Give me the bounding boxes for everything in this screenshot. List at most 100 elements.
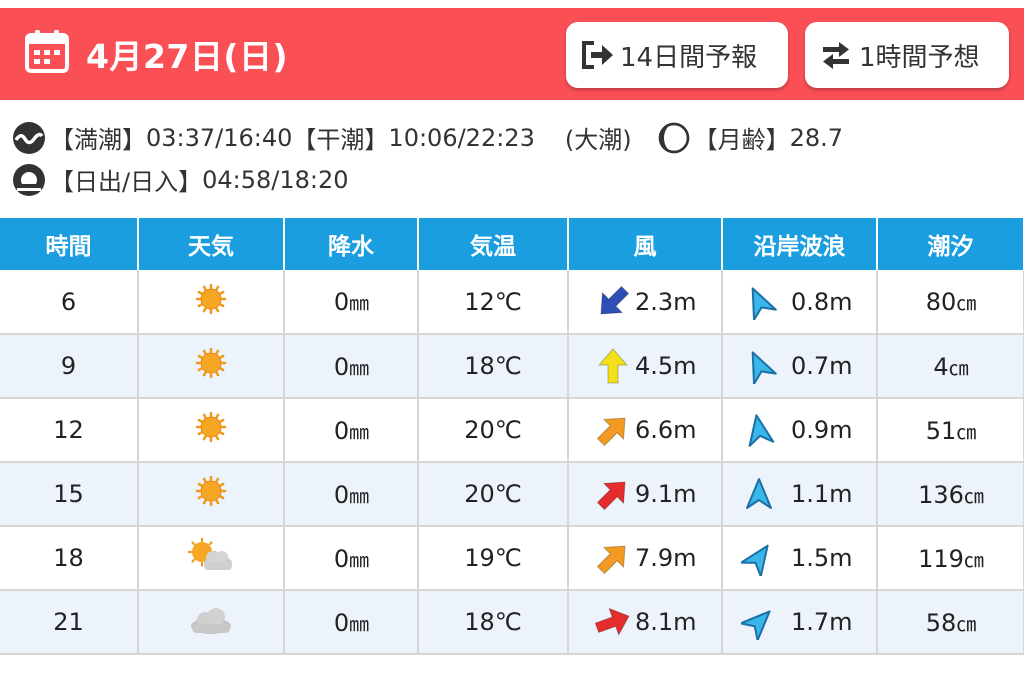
tide-unit: ㎝ <box>956 419 976 444</box>
table-row: 18 0㎜ 19℃ 7.9m 1.5m 119㎝ <box>0 526 1024 591</box>
wave-cell: 0.7m <box>722 334 878 399</box>
col-header-wind: 風 <box>568 218 723 270</box>
precip-cell: 0㎜ <box>284 526 419 591</box>
wind-cell: 9.1m <box>568 462 723 527</box>
wind-speed: 2.3m <box>635 287 697 316</box>
temp-value: 18℃ <box>464 608 522 636</box>
precip-unit: ㎜ <box>349 419 369 444</box>
time-value: 15 <box>53 480 84 508</box>
time-value: 18 <box>53 544 84 572</box>
tide-cell: 58㎝ <box>877 590 1024 655</box>
temp-cell: 18℃ <box>418 334 569 399</box>
arrow-up-right-icon <box>596 545 626 575</box>
wave-height: 1.1m <box>791 480 853 508</box>
table-row: 6 0㎜ 12℃ 2.3m 0.8m 80㎝ <box>0 270 1024 335</box>
exit-arrow-icon <box>582 41 613 69</box>
col-header-tide: 潮汐 <box>877 218 1024 270</box>
high-tide-label: 【満潮】 <box>50 126 146 154</box>
arrow-down-left-icon <box>600 285 630 315</box>
weather-cell <box>138 398 285 463</box>
tide-value: 119 <box>918 544 964 573</box>
wind-speed: 6.6m <box>635 416 697 444</box>
temp-value: 20℃ <box>464 480 522 508</box>
sun-info: 【日出/日入】 04:58/18:20 <box>12 162 349 197</box>
wave-cell: 1.7m <box>722 590 878 655</box>
date-header: 4月27日(日) 14日間予報 1時間予想 <box>0 8 1024 100</box>
precip-cell: 0㎜ <box>284 462 419 527</box>
precip-value: 0 <box>333 544 350 573</box>
sunny-icon <box>194 282 228 322</box>
tide-cell: 51㎝ <box>877 398 1024 463</box>
temp-cell: 20℃ <box>418 462 569 527</box>
wave-cell: 0.8m <box>722 270 878 335</box>
weather-cell <box>138 270 285 335</box>
precip-value: 0 <box>333 352 350 381</box>
wave-cell: 1.5m <box>722 526 878 591</box>
time-cell: 21 <box>0 590 139 655</box>
sunny-icon <box>194 346 228 386</box>
sunny-icon <box>194 474 228 514</box>
precip-cell: 0㎜ <box>284 334 419 399</box>
sun-times: 04:58/18:20 <box>202 165 349 194</box>
table-row: 21 0㎜ 18℃ 8.1m 1.7m 58㎝ <box>0 590 1024 655</box>
table-row: 15 0㎜ 20℃ 9.1m 1.1m 136㎝ <box>0 462 1024 527</box>
wave-icon <box>13 121 45 154</box>
table-row: 9 0㎜ 18℃ 4.5m 0.7m 4㎝ <box>0 334 1024 399</box>
precip-value: 0 <box>333 480 350 509</box>
temp-value: 20℃ <box>464 416 522 444</box>
time-cell: 6 <box>0 270 139 335</box>
wave-direction-icon <box>751 351 777 384</box>
col-header-precip: 降水 <box>284 218 419 270</box>
time-cell: 18 <box>0 526 139 591</box>
tide-type: (大潮) <box>564 126 632 154</box>
temp-value: 19℃ <box>464 544 522 572</box>
wind-cell: 4.5m <box>568 334 723 399</box>
calendar-icon <box>25 30 69 73</box>
arrow-up-right-icon <box>596 417 626 447</box>
precip-value: 0 <box>333 288 350 316</box>
wind-speed: 9.1m <box>635 480 697 508</box>
14-day-forecast-button[interactable]: 14日間予報 <box>566 22 788 88</box>
wind-speed: 7.9m <box>635 544 697 572</box>
col-header-wave: 沿岸波浪 <box>722 218 878 270</box>
precip-unit: ㎜ <box>349 547 369 572</box>
partly-cloudy-icon <box>187 537 234 578</box>
col-header-time: 時間 <box>0 218 139 270</box>
tide-cell: 80㎝ <box>877 270 1024 335</box>
cloudy-icon <box>188 602 234 642</box>
temp-value: 12℃ <box>464 287 522 316</box>
tide-unit: ㎝ <box>956 291 976 315</box>
weather-cell <box>138 334 285 399</box>
precip-unit: ㎜ <box>349 291 369 315</box>
high-tide-times: 03:37/16:40 <box>146 123 293 152</box>
tide-unit: ㎝ <box>948 355 969 380</box>
wave-cell: 0.9m <box>722 398 878 463</box>
wind-speed: 8.1m <box>635 608 697 636</box>
tide-cell: 4㎝ <box>877 334 1024 399</box>
tide-value: 51 <box>925 416 957 445</box>
arrow-up-icon <box>597 348 629 384</box>
precip-unit: ㎜ <box>349 355 369 380</box>
wind-cell: 6.6m <box>568 398 723 463</box>
1-hour-forecast-label: 1時間予想 <box>859 42 980 73</box>
weather-cell <box>138 526 285 591</box>
precip-value: 0 <box>333 608 350 637</box>
time-value: 6 <box>60 287 77 316</box>
weather-cell <box>138 462 285 527</box>
1-hour-forecast-button[interactable]: 1時間予想 <box>805 22 1009 88</box>
wind-cell: 2.3m <box>568 270 723 335</box>
tide-value: 4 <box>933 352 949 381</box>
wave-height: 0.9m <box>791 416 853 444</box>
wave-direction-icon <box>741 544 769 576</box>
wave-direction-icon <box>746 478 772 509</box>
wave-cell: 1.1m <box>722 462 878 527</box>
col-header-weather: 天気 <box>138 218 285 270</box>
time-value: 12 <box>53 416 84 444</box>
time-cell: 9 <box>0 334 139 399</box>
sunrise-icon <box>13 163 45 196</box>
tide-unit: ㎝ <box>963 483 984 508</box>
precip-cell: 0㎜ <box>284 590 419 655</box>
temp-cell: 18℃ <box>418 590 569 655</box>
sun-label: 【日出/日入】 <box>50 168 203 196</box>
time-cell: 12 <box>0 398 139 463</box>
